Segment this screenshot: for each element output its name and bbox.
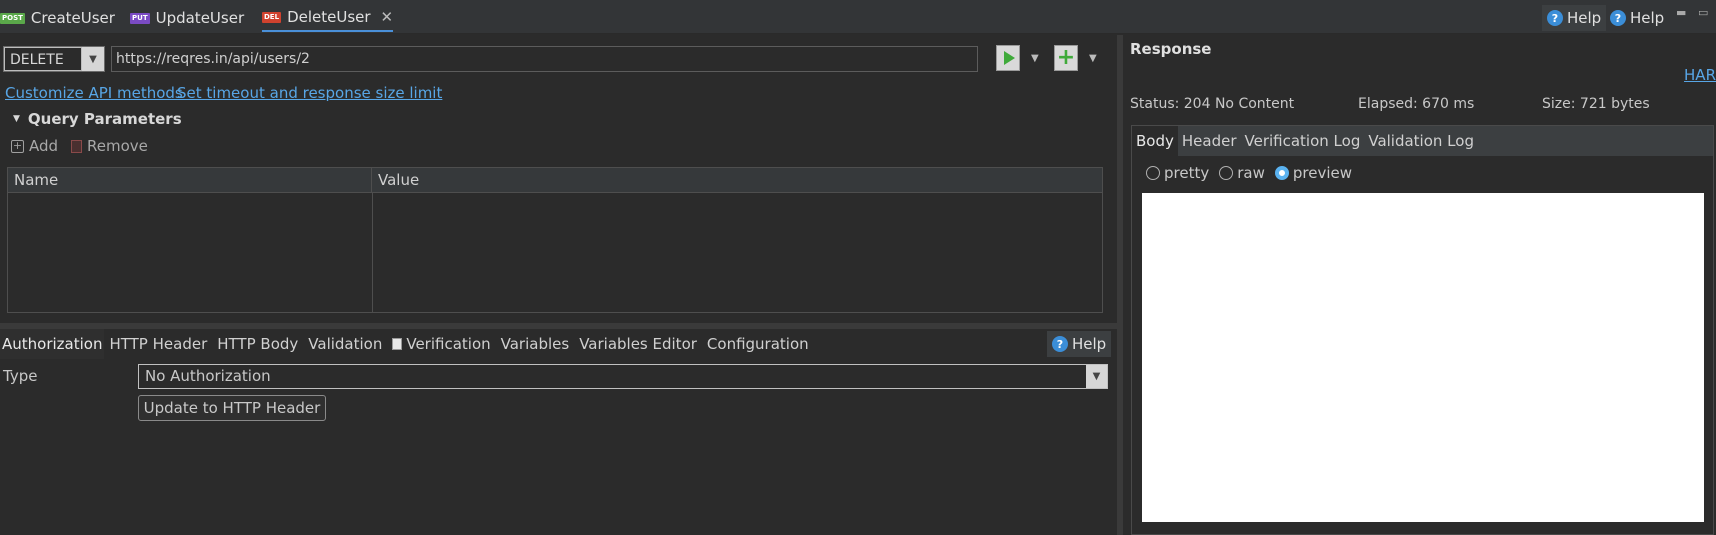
minimize-icon[interactable]: ▬ bbox=[1676, 6, 1686, 19]
help-button-2[interactable]: ? Help bbox=[1605, 5, 1669, 31]
query-params-table: Name Value bbox=[7, 167, 1103, 313]
tab-createuser[interactable]: POST CreateUser bbox=[0, 4, 115, 32]
tab-http-header[interactable]: HTTP Header bbox=[104, 329, 212, 359]
tab-verification[interactable]: Verification bbox=[387, 329, 495, 359]
table-header: Name Value bbox=[8, 168, 1102, 193]
request-subtabs: Authorization HTTP Header HTTP Body Vali… bbox=[0, 329, 1117, 359]
help-label: Help bbox=[1630, 9, 1665, 27]
tab-authorization[interactable]: Authorization bbox=[0, 329, 105, 359]
editor-tab-bar: POST CreateUser PUT UpdateUser DEL Delet… bbox=[0, 0, 1716, 34]
request-panel: DELETE ▼ https://reqres.in/api/users/2 ▼… bbox=[0, 35, 1117, 535]
url-input[interactable]: https://reqres.in/api/users/2 bbox=[111, 46, 978, 72]
timeout-settings-link[interactable]: Set timeout and response size limit bbox=[177, 84, 442, 102]
add-param-button[interactable]: + Add bbox=[11, 137, 58, 155]
column-header-value[interactable]: Value bbox=[372, 168, 419, 192]
plus-icon: + bbox=[1056, 45, 1076, 70]
tab-validation-log[interactable]: Validation Log bbox=[1364, 126, 1478, 156]
add-icon: + bbox=[11, 139, 24, 153]
remove-label: Remove bbox=[87, 137, 148, 155]
radio-label: pretty bbox=[1164, 164, 1210, 182]
subtabs-help-button[interactable]: ? Help bbox=[1047, 331, 1112, 357]
har-link[interactable]: HAR bbox=[1684, 66, 1716, 84]
radio-label: preview bbox=[1292, 164, 1353, 182]
auth-type-label: Type bbox=[3, 367, 38, 385]
maximize-icon[interactable]: ▭ bbox=[1698, 6, 1708, 19]
tab-validation[interactable]: Validation bbox=[303, 329, 387, 359]
radio-raw[interactable]: raw bbox=[1219, 164, 1265, 182]
tab-http-body[interactable]: HTTP Body bbox=[212, 329, 303, 359]
chevron-down-icon[interactable]: ▼ bbox=[82, 47, 104, 71]
query-parameters-header[interactable]: ▼ Query Parameters bbox=[13, 110, 182, 128]
radio-preview[interactable]: preview bbox=[1274, 164, 1353, 182]
customize-api-methods-link[interactable]: Customize API methods bbox=[5, 84, 183, 102]
response-tabs-container: Body Header Verification Log Validation … bbox=[1131, 125, 1714, 535]
response-panel: Response HAR Status: 204 No Content Elap… bbox=[1123, 35, 1716, 535]
play-icon bbox=[1004, 51, 1015, 65]
tab-configuration[interactable]: Configuration bbox=[702, 329, 814, 359]
help-button[interactable]: ? Help bbox=[1542, 5, 1607, 31]
trash-icon bbox=[71, 139, 82, 153]
add-label: Add bbox=[29, 137, 59, 155]
post-badge: POST bbox=[0, 12, 25, 24]
tab-deleteuser[interactable]: DEL DeleteUser ✕ bbox=[262, 4, 394, 32]
method-select[interactable]: DELETE ▼ bbox=[3, 46, 105, 72]
method-value: DELETE bbox=[4, 47, 82, 71]
tab-variables[interactable]: Variables bbox=[496, 329, 575, 359]
tab-verification-log[interactable]: Verification Log bbox=[1241, 126, 1365, 156]
radio-circle bbox=[1146, 166, 1160, 180]
response-preview-area[interactable] bbox=[1142, 193, 1704, 522]
tab-updateuser[interactable]: PUT UpdateUser bbox=[130, 4, 244, 32]
tab-label: CreateUser bbox=[30, 9, 115, 27]
update-to-http-header-button[interactable]: Update to HTTP Header bbox=[138, 395, 326, 421]
radio-circle-selected bbox=[1274, 166, 1289, 180]
status-text: Status: 204 No Content bbox=[1130, 96, 1295, 112]
size-text: Size: 721 bytes bbox=[1542, 96, 1650, 112]
tab-body[interactable]: Body bbox=[1132, 126, 1178, 156]
auth-type-value: No Authorization bbox=[145, 367, 271, 385]
response-tabs: Body Header Verification Log Validation … bbox=[1132, 126, 1713, 156]
radio-circle bbox=[1219, 166, 1234, 180]
help-icon: ? bbox=[1610, 10, 1626, 26]
document-icon bbox=[392, 338, 403, 350]
column-divider bbox=[372, 193, 373, 313]
send-request-button[interactable] bbox=[996, 45, 1020, 71]
elapsed-text: Elapsed: 670 ms bbox=[1358, 96, 1475, 112]
add-options-chevron-icon[interactable]: ▼ bbox=[1089, 53, 1097, 64]
collapse-triangle-icon: ▼ bbox=[13, 114, 20, 124]
radio-pretty[interactable]: pretty bbox=[1146, 164, 1209, 182]
del-badge: DEL bbox=[262, 11, 282, 23]
tab-label: UpdateUser bbox=[155, 9, 245, 27]
radio-label: raw bbox=[1237, 164, 1265, 182]
chevron-down-icon[interactable]: ▼ bbox=[1086, 365, 1107, 388]
tab-label: Verification bbox=[406, 335, 491, 353]
close-icon[interactable]: ✕ bbox=[381, 8, 394, 26]
help-icon: ? bbox=[1547, 10, 1563, 26]
remove-param-button[interactable]: Remove bbox=[71, 137, 148, 155]
section-title: Query Parameters bbox=[27, 110, 182, 128]
tab-header[interactable]: Header bbox=[1178, 126, 1241, 156]
tab-variables-editor[interactable]: Variables Editor bbox=[574, 329, 702, 359]
response-title: Response bbox=[1130, 40, 1212, 58]
put-badge: PUT bbox=[130, 12, 150, 24]
auth-type-select[interactable]: No Authorization ▼ bbox=[138, 364, 1108, 389]
help-label: Help bbox=[1072, 335, 1107, 353]
send-options-chevron-icon[interactable]: ▼ bbox=[1031, 53, 1039, 64]
column-header-name[interactable]: Name bbox=[8, 168, 372, 192]
tab-label: DeleteUser bbox=[287, 8, 371, 26]
help-icon: ? bbox=[1052, 336, 1068, 352]
body-view-mode: pretty raw preview bbox=[1146, 164, 1352, 182]
add-request-button[interactable]: + bbox=[1054, 45, 1078, 71]
help-label: Help bbox=[1567, 9, 1602, 27]
